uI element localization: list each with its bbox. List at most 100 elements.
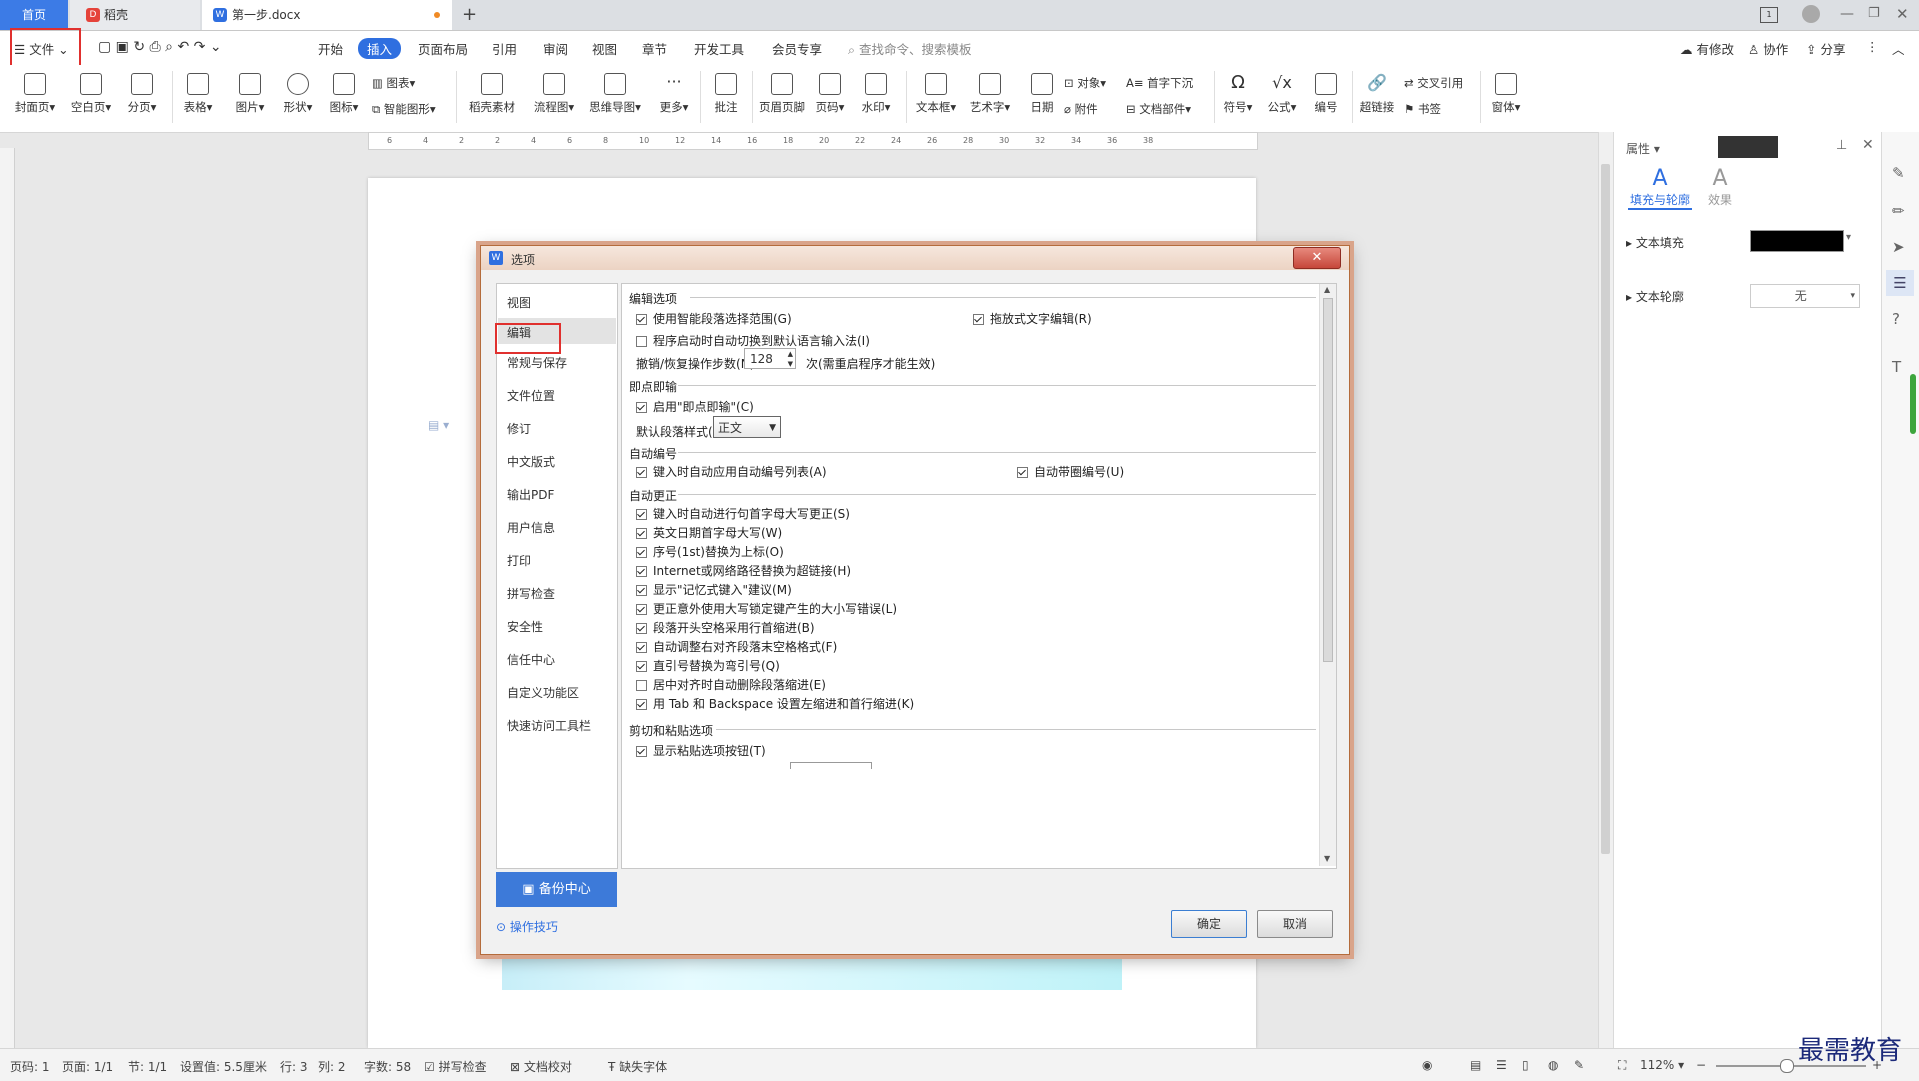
icon-button[interactable]: 图标▾ bbox=[324, 73, 364, 115]
autocorrect-option[interactable]: 居中对齐时自动删除段落缩进(E) bbox=[636, 676, 826, 693]
header-footer-button[interactable]: 页眉页脚 bbox=[756, 73, 808, 115]
menu-developer[interactable]: 开发工具 bbox=[694, 39, 744, 58]
style-icon[interactable]: ✎ bbox=[1892, 164, 1905, 182]
status-page[interactable]: 页面: 1/1 bbox=[62, 1058, 113, 1075]
new-tab-button[interactable]: + bbox=[462, 0, 482, 30]
web-view-icon[interactable]: ◍ bbox=[1548, 1058, 1558, 1072]
reading-view-icon[interactable]: ▯ bbox=[1522, 1058, 1529, 1072]
text-outline-label[interactable]: ▸ 文本轮廓 bbox=[1626, 288, 1684, 305]
nav-general-save[interactable]: 常规与保存 bbox=[507, 354, 567, 371]
tab-document[interactable]: W 第一步.docx bbox=[202, 0, 452, 30]
shape-button[interactable]: 形状▾ bbox=[278, 73, 318, 115]
nav-custom-ribbon[interactable]: 自定义功能区 bbox=[507, 684, 579, 701]
chevron-down-icon[interactable]: ▾ bbox=[1846, 232, 1851, 243]
nav-file-location[interactable]: 文件位置 bbox=[507, 387, 555, 404]
nav-quick-access[interactable]: 快速访问工具栏 bbox=[507, 717, 591, 734]
autocorrect-option[interactable]: 自动调整右对齐段落末空格格式(F) bbox=[636, 638, 837, 655]
opt-auto-lang[interactable]: 程序启动时自动切换到默认语言输入法(I) bbox=[636, 332, 870, 349]
scroll-down-icon[interactable]: ▼ bbox=[1324, 854, 1330, 863]
opt-circle-number[interactable]: 自动带圈编号(U) bbox=[1017, 463, 1124, 480]
nav-view[interactable]: 视图 bbox=[507, 294, 531, 311]
missing-font-button[interactable]: Ŧ 缺失字体 bbox=[608, 1058, 667, 1075]
autocorrect-option[interactable]: Internet或网络路径替换为超链接(H) bbox=[636, 562, 851, 579]
status-word-count[interactable]: 字数: 58 bbox=[364, 1058, 411, 1075]
eye-protect-icon[interactable]: ◉ bbox=[1422, 1058, 1432, 1072]
checkbox-checked[interactable] bbox=[1017, 467, 1028, 478]
opt-show-paste-button[interactable]: 显示粘贴选项按钮(T) bbox=[636, 742, 766, 759]
opt-drag-edit[interactable]: 拖放式文字编辑(R) bbox=[973, 310, 1092, 327]
pin-icon[interactable]: ⊥ bbox=[1836, 138, 1847, 153]
docpart-button[interactable]: ⊟ 文档部件▾ bbox=[1126, 101, 1191, 117]
checkbox-checked[interactable] bbox=[636, 604, 647, 615]
watermark-button[interactable]: 水印▾ bbox=[856, 73, 896, 115]
horizontal-ruler[interactable]: 6 4 2 2 4 6 8 10 12 14 16 18 20 22 24 26 28 30 32 34 36 38 bbox=[368, 132, 1258, 150]
checkbox-unchecked[interactable] bbox=[636, 336, 647, 347]
collapse-ribbon-icon[interactable]: ︿ bbox=[1892, 39, 1905, 58]
opt-smart-paragraph[interactable]: 使用智能段落选择范围(G) bbox=[636, 310, 792, 327]
outline-view-icon[interactable]: ☰ bbox=[1496, 1058, 1507, 1072]
page-number-button[interactable]: 页码▾ bbox=[810, 73, 850, 115]
zoom-slider-handle[interactable] bbox=[1780, 1059, 1794, 1073]
checkbox-unchecked[interactable] bbox=[636, 680, 647, 691]
spell-check-toggle[interactable]: ☑ 拼写检查 bbox=[424, 1058, 487, 1075]
fit-page-icon[interactable]: ⛶ bbox=[1618, 1058, 1626, 1073]
checkbox-checked[interactable] bbox=[973, 314, 984, 325]
autocorrect-option[interactable]: 显示"记忆式键入"建议(M) bbox=[636, 581, 792, 598]
doc-proof-button[interactable]: ⊠ 文档校对 bbox=[510, 1058, 572, 1075]
options-scroll-thumb[interactable] bbox=[1323, 298, 1333, 662]
autocorrect-option[interactable]: 段落开头空格采用行首缩进(B) bbox=[636, 619, 815, 636]
paragraph-marker-icon[interactable]: ▤ ▾ bbox=[428, 418, 449, 432]
menu-start[interactable]: 开始 bbox=[318, 39, 343, 58]
page-view-icon[interactable]: ▤ bbox=[1470, 1058, 1481, 1072]
chart-button[interactable]: ▥ 图表▾ bbox=[372, 75, 415, 91]
tips-link[interactable]: ⊙ 操作技巧 bbox=[496, 918, 558, 935]
shell-material-button[interactable]: 稻壳素材 bbox=[466, 73, 518, 115]
autocorrect-option[interactable]: 英文日期首字母大写(W) bbox=[636, 524, 782, 541]
nav-chinese-layout[interactable]: 中文版式 bbox=[507, 453, 555, 470]
text-tool-icon[interactable]: T bbox=[1892, 358, 1901, 376]
autocorrect-option[interactable]: 更正意外使用大写锁定键产生的大小写错误(L) bbox=[636, 600, 897, 617]
close-panel-icon[interactable]: ✕ bbox=[1862, 137, 1874, 153]
backup-center-button[interactable]: ▣ 备份中心 bbox=[496, 872, 617, 907]
help-icon[interactable]: ? bbox=[1892, 310, 1900, 328]
minimize-icon[interactable]: — bbox=[1840, 6, 1854, 22]
hyperlink-button[interactable]: 🔗 超链接 bbox=[1356, 73, 1398, 115]
formula-button[interactable]: √x 公式▾ bbox=[1262, 73, 1302, 115]
nav-trust-center[interactable]: 信任中心 bbox=[507, 651, 555, 668]
settings-sliders-icon[interactable]: ☰ bbox=[1886, 270, 1914, 296]
properties-title[interactable]: 属性 ▾ bbox=[1626, 140, 1660, 157]
dialog-close-button[interactable]: ✕ bbox=[1293, 247, 1341, 269]
object-button[interactable]: ⊡ 对象▾ bbox=[1064, 75, 1106, 91]
opt-enable-click-type[interactable]: 启用"即点即输"(C) bbox=[636, 398, 754, 415]
blank-page-button[interactable]: 空白页▾ bbox=[68, 73, 114, 115]
ok-button[interactable]: 确定 bbox=[1171, 910, 1247, 938]
menu-view[interactable]: 视图 bbox=[592, 39, 617, 58]
autocorrect-option[interactable]: 序号(1st)替换为上标(O) bbox=[636, 543, 784, 560]
mindmap-button[interactable]: 思维导图▾ bbox=[586, 73, 644, 115]
checkbox-checked[interactable] bbox=[636, 746, 647, 757]
close-window-icon[interactable]: ✕ bbox=[1896, 5, 1909, 23]
crossref-button[interactable]: ⇄ 交叉引用 bbox=[1404, 75, 1463, 91]
share-button[interactable]: ⇪ 分享 bbox=[1806, 39, 1845, 58]
text-fill-label[interactable]: ▸ 文本填充 bbox=[1626, 234, 1684, 251]
comment-button[interactable]: 批注 bbox=[706, 73, 746, 115]
picture-button[interactable]: 图片▾ bbox=[230, 73, 270, 115]
window-mode-icon[interactable]: 1 bbox=[1760, 7, 1778, 23]
status-setting[interactable]: 设置值: 5.5厘米 bbox=[180, 1058, 267, 1075]
opt-auto-list[interactable]: 键入时自动应用自动编号列表(A) bbox=[636, 463, 827, 480]
more-menu-icon[interactable]: ⋮ bbox=[1866, 39, 1879, 54]
undo-steps-input[interactable]: 128 ▲ ▼ bbox=[744, 348, 796, 369]
menu-references[interactable]: 引用 bbox=[492, 39, 517, 58]
checkbox-checked[interactable] bbox=[636, 699, 647, 710]
status-col[interactable]: 列: 2 bbox=[318, 1058, 346, 1075]
page-break-button[interactable]: 分页▾ bbox=[120, 73, 164, 115]
nav-print[interactable]: 打印 bbox=[507, 552, 531, 569]
textbox-button[interactable]: 文本框▾ bbox=[912, 73, 960, 115]
wordart-button[interactable]: 艺术字▾ bbox=[966, 73, 1014, 115]
cursor-icon[interactable]: ➤ bbox=[1892, 238, 1905, 256]
autocorrect-option[interactable]: 键入时自动进行句首字母大写更正(S) bbox=[636, 505, 850, 522]
tab-fill-outline[interactable]: A 填充与轮廓 bbox=[1628, 166, 1692, 208]
form-button[interactable]: 窗体▾ bbox=[1486, 73, 1526, 115]
options-scrollbar[interactable]: ▲ ▼ bbox=[1319, 284, 1336, 866]
tab-home[interactable]: 首页 bbox=[0, 0, 68, 30]
